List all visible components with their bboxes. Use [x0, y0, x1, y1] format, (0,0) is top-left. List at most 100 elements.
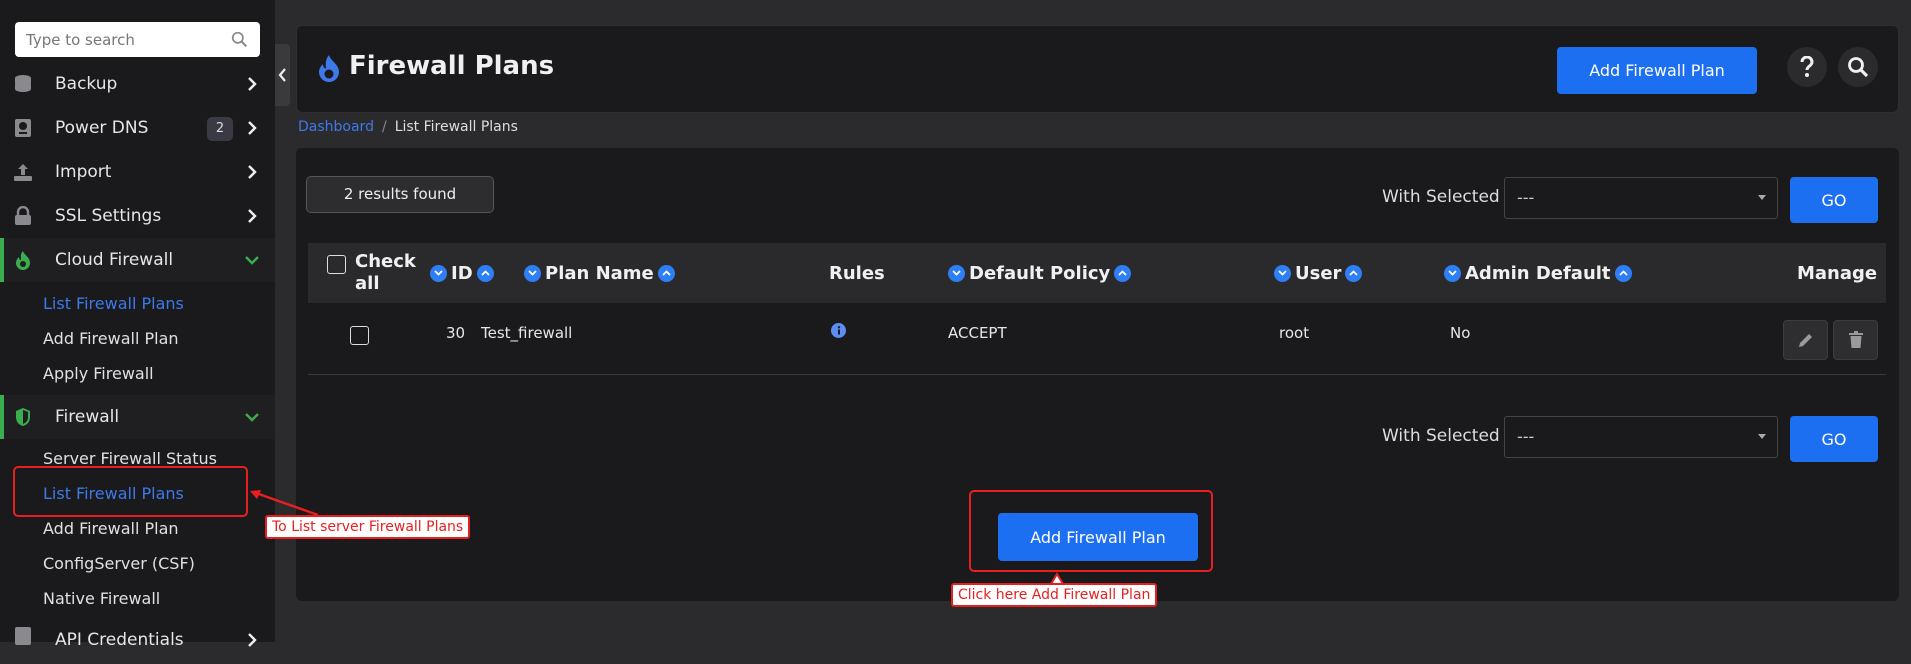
chevron-right-icon — [248, 165, 257, 179]
annotation-highlight-box — [969, 490, 1213, 572]
search-box[interactable] — [15, 22, 260, 57]
info-icon[interactable] — [831, 323, 846, 338]
search-button[interactable] — [1838, 47, 1878, 87]
table-row: 30 Test_firewall ACCEPT root No — [308, 303, 1886, 375]
cell-plan-name: Test_firewall — [481, 324, 573, 342]
column-header-id[interactable]: ID — [430, 243, 494, 303]
chevron-right-icon — [248, 633, 257, 647]
page-header: Firewall Plans Add Firewall Plan — [296, 25, 1899, 113]
caret-down-icon — [1758, 434, 1766, 439]
sidebar-item-label: Cloud Firewall — [55, 250, 174, 270]
annotation-arrow — [250, 490, 319, 517]
sidebar-item-import[interactable]: Import — [0, 150, 275, 194]
column-label: ID — [451, 262, 473, 284]
edit-button[interactable] — [1783, 320, 1828, 360]
trash-icon — [1848, 331, 1863, 348]
sidebar-item-cloud-firewall[interactable]: Cloud Firewall — [0, 238, 275, 282]
search-icon[interactable] — [231, 31, 248, 48]
upload-icon — [13, 162, 33, 182]
annotation-label: Click here Add Firewall Plan — [951, 583, 1158, 607]
column-header-check-all: Check all — [355, 251, 416, 294]
chevron-left-icon — [278, 68, 286, 82]
go-button[interactable]: GO — [1790, 177, 1878, 223]
column-label: Manage — [1797, 262, 1878, 284]
column-label: User — [1295, 262, 1342, 284]
breadcrumb-current: List Firewall Plans — [394, 119, 518, 135]
cell-admin-default: No — [1450, 324, 1471, 342]
sort-desc-icon[interactable] — [1274, 264, 1291, 282]
sidebar-sub-add-firewall-plan[interactable]: Add Firewall Plan — [43, 519, 179, 538]
sidebar-item-label: Import — [55, 162, 112, 182]
key-icon — [13, 626, 33, 646]
sidebar-item-firewall[interactable]: Firewall — [0, 395, 275, 439]
sidebar: Backup Power DNS 2 Import SSL Settings C… — [0, 0, 275, 650]
sort-asc-icon[interactable] — [657, 264, 675, 282]
table-header: Check all ID Plan Name Rules Default Pol… — [308, 243, 1886, 303]
question-icon — [1800, 56, 1814, 77]
column-header-manage: Manage — [1797, 243, 1877, 303]
column-label: Rules — [829, 262, 885, 284]
cell-default-policy: ACCEPT — [948, 324, 1007, 342]
delete-button[interactable] — [1833, 320, 1878, 360]
database-icon — [13, 74, 33, 94]
sort-desc-icon[interactable] — [430, 264, 447, 282]
sort-asc-icon[interactable] — [1614, 264, 1632, 282]
shield-icon — [13, 407, 33, 427]
breadcrumb-separator: / — [381, 119, 387, 135]
sort-asc-icon[interactable] — [1345, 264, 1363, 282]
check-all-checkbox[interactable] — [327, 254, 346, 274]
bulk-action-select[interactable]: --- — [1504, 416, 1778, 458]
column-header-admin-default[interactable]: Admin Default — [1444, 243, 1632, 303]
chevron-right-icon — [248, 77, 257, 91]
sort-asc-icon[interactable] — [476, 264, 494, 282]
sidebar-item-label: API Credentials — [55, 630, 184, 650]
select-value: --- — [1517, 427, 1535, 446]
sidebar-item-backup[interactable]: Backup — [0, 62, 275, 106]
sidebar-sub-apply-firewall[interactable]: Apply Firewall — [43, 364, 154, 383]
sidebar-sub-add-firewall-plan[interactable]: Add Firewall Plan — [43, 329, 179, 348]
bulk-action-select[interactable]: --- — [1504, 177, 1778, 219]
chevron-right-icon — [248, 209, 257, 223]
select-value: --- — [1517, 188, 1535, 207]
sort-desc-icon[interactable] — [948, 264, 965, 282]
sidebar-sub-configserver-csf[interactable]: ConfigServer (CSF) — [43, 554, 195, 573]
search-icon — [1848, 57, 1869, 78]
sidebar-item-ssl-settings[interactable]: SSL Settings — [0, 194, 275, 238]
chevron-down-icon — [245, 413, 259, 422]
sort-desc-icon[interactable] — [1444, 264, 1461, 282]
chevron-right-icon — [248, 121, 257, 135]
sort-desc-icon[interactable] — [524, 264, 541, 282]
search-input[interactable] — [15, 22, 215, 57]
annotation-highlight-box — [13, 466, 248, 517]
sidebar-sub-list-firewall-plans[interactable]: List Firewall Plans — [43, 294, 184, 313]
page-title: Firewall Plans — [349, 51, 555, 81]
cell-id: 30 — [446, 324, 466, 342]
column-header-default-policy[interactable]: Default Policy — [948, 243, 1132, 303]
breadcrumb: Dashboard / List Firewall Plans — [298, 119, 518, 135]
pencil-icon — [1799, 333, 1812, 347]
help-button[interactable] — [1787, 47, 1827, 87]
go-button[interactable]: GO — [1790, 416, 1878, 462]
caret-down-icon — [1758, 195, 1766, 200]
sidebar-item-api-credentials[interactable]: API Credentials — [0, 620, 275, 664]
cell-user: root — [1279, 324, 1310, 342]
with-selected-label: With Selected — [1382, 426, 1500, 446]
row-checkbox[interactable] — [350, 326, 369, 345]
sidebar-sub-native-firewall[interactable]: Native Firewall — [43, 589, 160, 608]
column-label: Plan Name — [545, 262, 654, 284]
sidebar-item-label: Power DNS — [55, 118, 149, 138]
column-label: Default Policy — [969, 262, 1111, 284]
sidebar-collapse-toggle[interactable] — [275, 44, 290, 106]
flame-icon — [13, 250, 33, 270]
breadcrumb-dashboard-link[interactable]: Dashboard — [298, 119, 374, 135]
lock-icon — [13, 206, 33, 226]
sidebar-item-label: SSL Settings — [55, 206, 162, 226]
flame-icon — [319, 55, 339, 82]
add-firewall-plan-button[interactable]: Add Firewall Plan — [1557, 47, 1757, 94]
column-header-user[interactable]: User — [1274, 243, 1363, 303]
column-header-rules: Rules — [829, 243, 885, 303]
column-header-plan-name[interactable]: Plan Name — [524, 243, 675, 303]
sidebar-item-power-dns[interactable]: Power DNS 2 — [0, 106, 275, 150]
results-count: 2 results found — [306, 176, 494, 213]
sort-asc-icon[interactable] — [1114, 264, 1132, 282]
